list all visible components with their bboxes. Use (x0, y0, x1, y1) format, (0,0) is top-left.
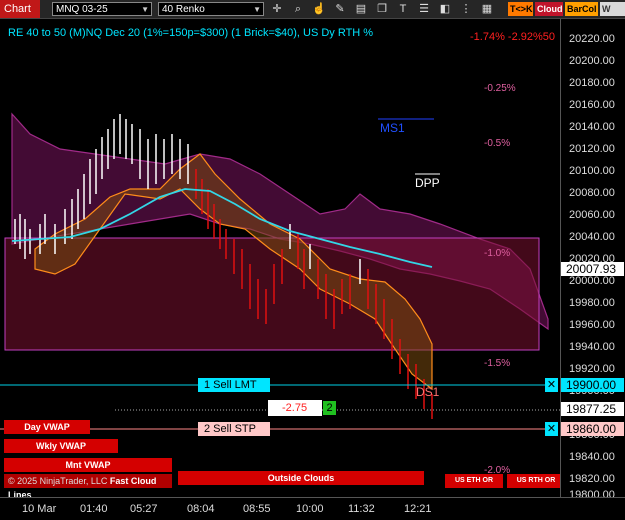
tko-button[interactable]: T<>K (508, 2, 533, 16)
dots-icon[interactable]: ⋮ (459, 2, 473, 16)
bar-type-value: 40 Renko (162, 4, 205, 15)
position-qty-badge[interactable]: 2 (323, 401, 336, 415)
ds1-marker: DS1 (416, 385, 440, 399)
mnt-vwap-button[interactable]: Mnt VWAP (4, 458, 172, 472)
limit-price-marker: 19900.00 (561, 378, 624, 392)
list-icon[interactable]: ☰ (417, 2, 431, 16)
price-tick: 19840.00 (569, 451, 615, 463)
price-tick: 20180.00 (569, 77, 615, 89)
pct-level-4: -1.5% (484, 358, 511, 369)
pnl-readout: -2.75 (268, 400, 322, 416)
bar-type-selector[interactable]: 40 Renko ▼ (158, 2, 264, 16)
wkly-vwap-button[interactable]: Wkly VWAP (4, 439, 118, 453)
top-right-readout: -1.74% -2.92%50 (470, 31, 555, 43)
chevron-down-icon: ▼ (253, 5, 261, 14)
chart-tab[interactable]: Chart (0, 0, 40, 18)
fast-cloud-lines-button[interactable]: © 2025 NinjaTrader, LLC Fast Cloud Lines (4, 474, 172, 500)
dpp-marker: DPP (415, 176, 440, 190)
price-tick: 20040.00 (569, 231, 615, 243)
time-tick: 12:21 (404, 503, 432, 515)
toolbar: Chart MNQ 03-25 ▼ 40 Renko ▼ ✛ ⌕ ☝ ✎ ▤ ❐… (0, 0, 625, 28)
close-icon[interactable]: ✕ (545, 422, 558, 436)
outside-clouds-button[interactable]: Outside Clouds (178, 471, 424, 485)
price-tick: 20000.00 (569, 275, 615, 287)
barcol-button[interactable]: BarCol (565, 2, 598, 16)
cloud-button[interactable]: Cloud (535, 2, 563, 16)
crosshair-icon[interactable]: ✛ (270, 2, 284, 16)
chart-plot-area[interactable]: RE 40 to 50 (M)NQ Dec 20 (1%=150p=$300) … (0, 19, 565, 500)
time-tick: 10:00 (296, 503, 324, 515)
chevron-down-icon: ▼ (141, 5, 149, 14)
price-tick: 20160.00 (569, 99, 615, 111)
copy-icon[interactable]: ❐ (375, 2, 389, 16)
price-tick: 20120.00 (569, 143, 615, 155)
object-icon[interactable]: ◧ (438, 2, 452, 16)
price-tick: 20220.00 (569, 33, 615, 45)
price-axis[interactable]: 20220.00 20200.00 20180.00 20160.00 2014… (560, 19, 625, 501)
time-tick: 08:04 (187, 503, 215, 515)
ms1-marker: MS1 (380, 121, 405, 135)
us-rth-or-button[interactable]: US RTH OR (507, 474, 565, 488)
time-tick: 08:55 (243, 503, 271, 515)
time-tick: 05:27 (130, 503, 158, 515)
us-eth-or-button[interactable]: US ETH OR (445, 474, 503, 488)
instrument-selector[interactable]: MNQ 03-25 ▼ (52, 2, 152, 16)
pct-level-3: -1.0% (484, 248, 511, 259)
price-tick: 20200.00 (569, 55, 615, 67)
day-vwap-button[interactable]: Day VWAP (4, 420, 90, 434)
chart-title: RE 40 to 50 (M)NQ Dec 20 (1%=150p=$300) … (8, 27, 374, 39)
time-tick: 11:32 (348, 503, 375, 515)
price-tick: 20100.00 (569, 165, 615, 177)
last-price-marker: 20007.93 (561, 262, 624, 276)
chart-style-icon[interactable]: ▤ (354, 2, 368, 16)
close-icon[interactable]: ✕ (545, 378, 558, 392)
stop-price-marker: 19860.00 (561, 422, 624, 436)
pct-level-1: -0.25% (484, 83, 516, 94)
text-icon[interactable]: T (396, 2, 410, 16)
sell-limit-order[interactable]: 1 Sell LMT (198, 378, 270, 392)
hand-pointer-icon[interactable]: ☝ (312, 2, 326, 16)
time-tick: 01:40 (80, 503, 108, 515)
price-tick: 19960.00 (569, 319, 615, 331)
wvwap-button[interactable]: W VW (600, 2, 625, 28)
time-axis[interactable]: 10 Mar 01:40 05:27 08:04 08:55 10:00 11:… (0, 497, 625, 520)
price-tick: 20080.00 (569, 187, 615, 199)
sell-stop-order[interactable]: 2 Sell STP (198, 422, 270, 436)
pct-level-2: -0.5% (484, 138, 511, 149)
value-area-box (4, 237, 540, 351)
price-tick: 19820.00 (569, 473, 615, 485)
zoom-icon[interactable]: ⌕ (291, 2, 305, 16)
price-tick: 20060.00 (569, 209, 615, 221)
price-tick: 19980.00 (569, 297, 615, 309)
price-tick: 19940.00 (569, 341, 615, 353)
pencil-icon[interactable]: ✎ (333, 2, 347, 16)
price-tick: 19920.00 (569, 363, 615, 375)
properties-icon[interactable]: ▦ (480, 2, 494, 16)
time-tick: 10 Mar (22, 503, 57, 515)
price-tick: 20140.00 (569, 121, 615, 133)
instrument-value: MNQ 03-25 (56, 4, 108, 15)
watermark: © 2025 NinjaTrader, LLC (8, 476, 108, 486)
current-price-marker: 19877.25 (561, 402, 624, 416)
